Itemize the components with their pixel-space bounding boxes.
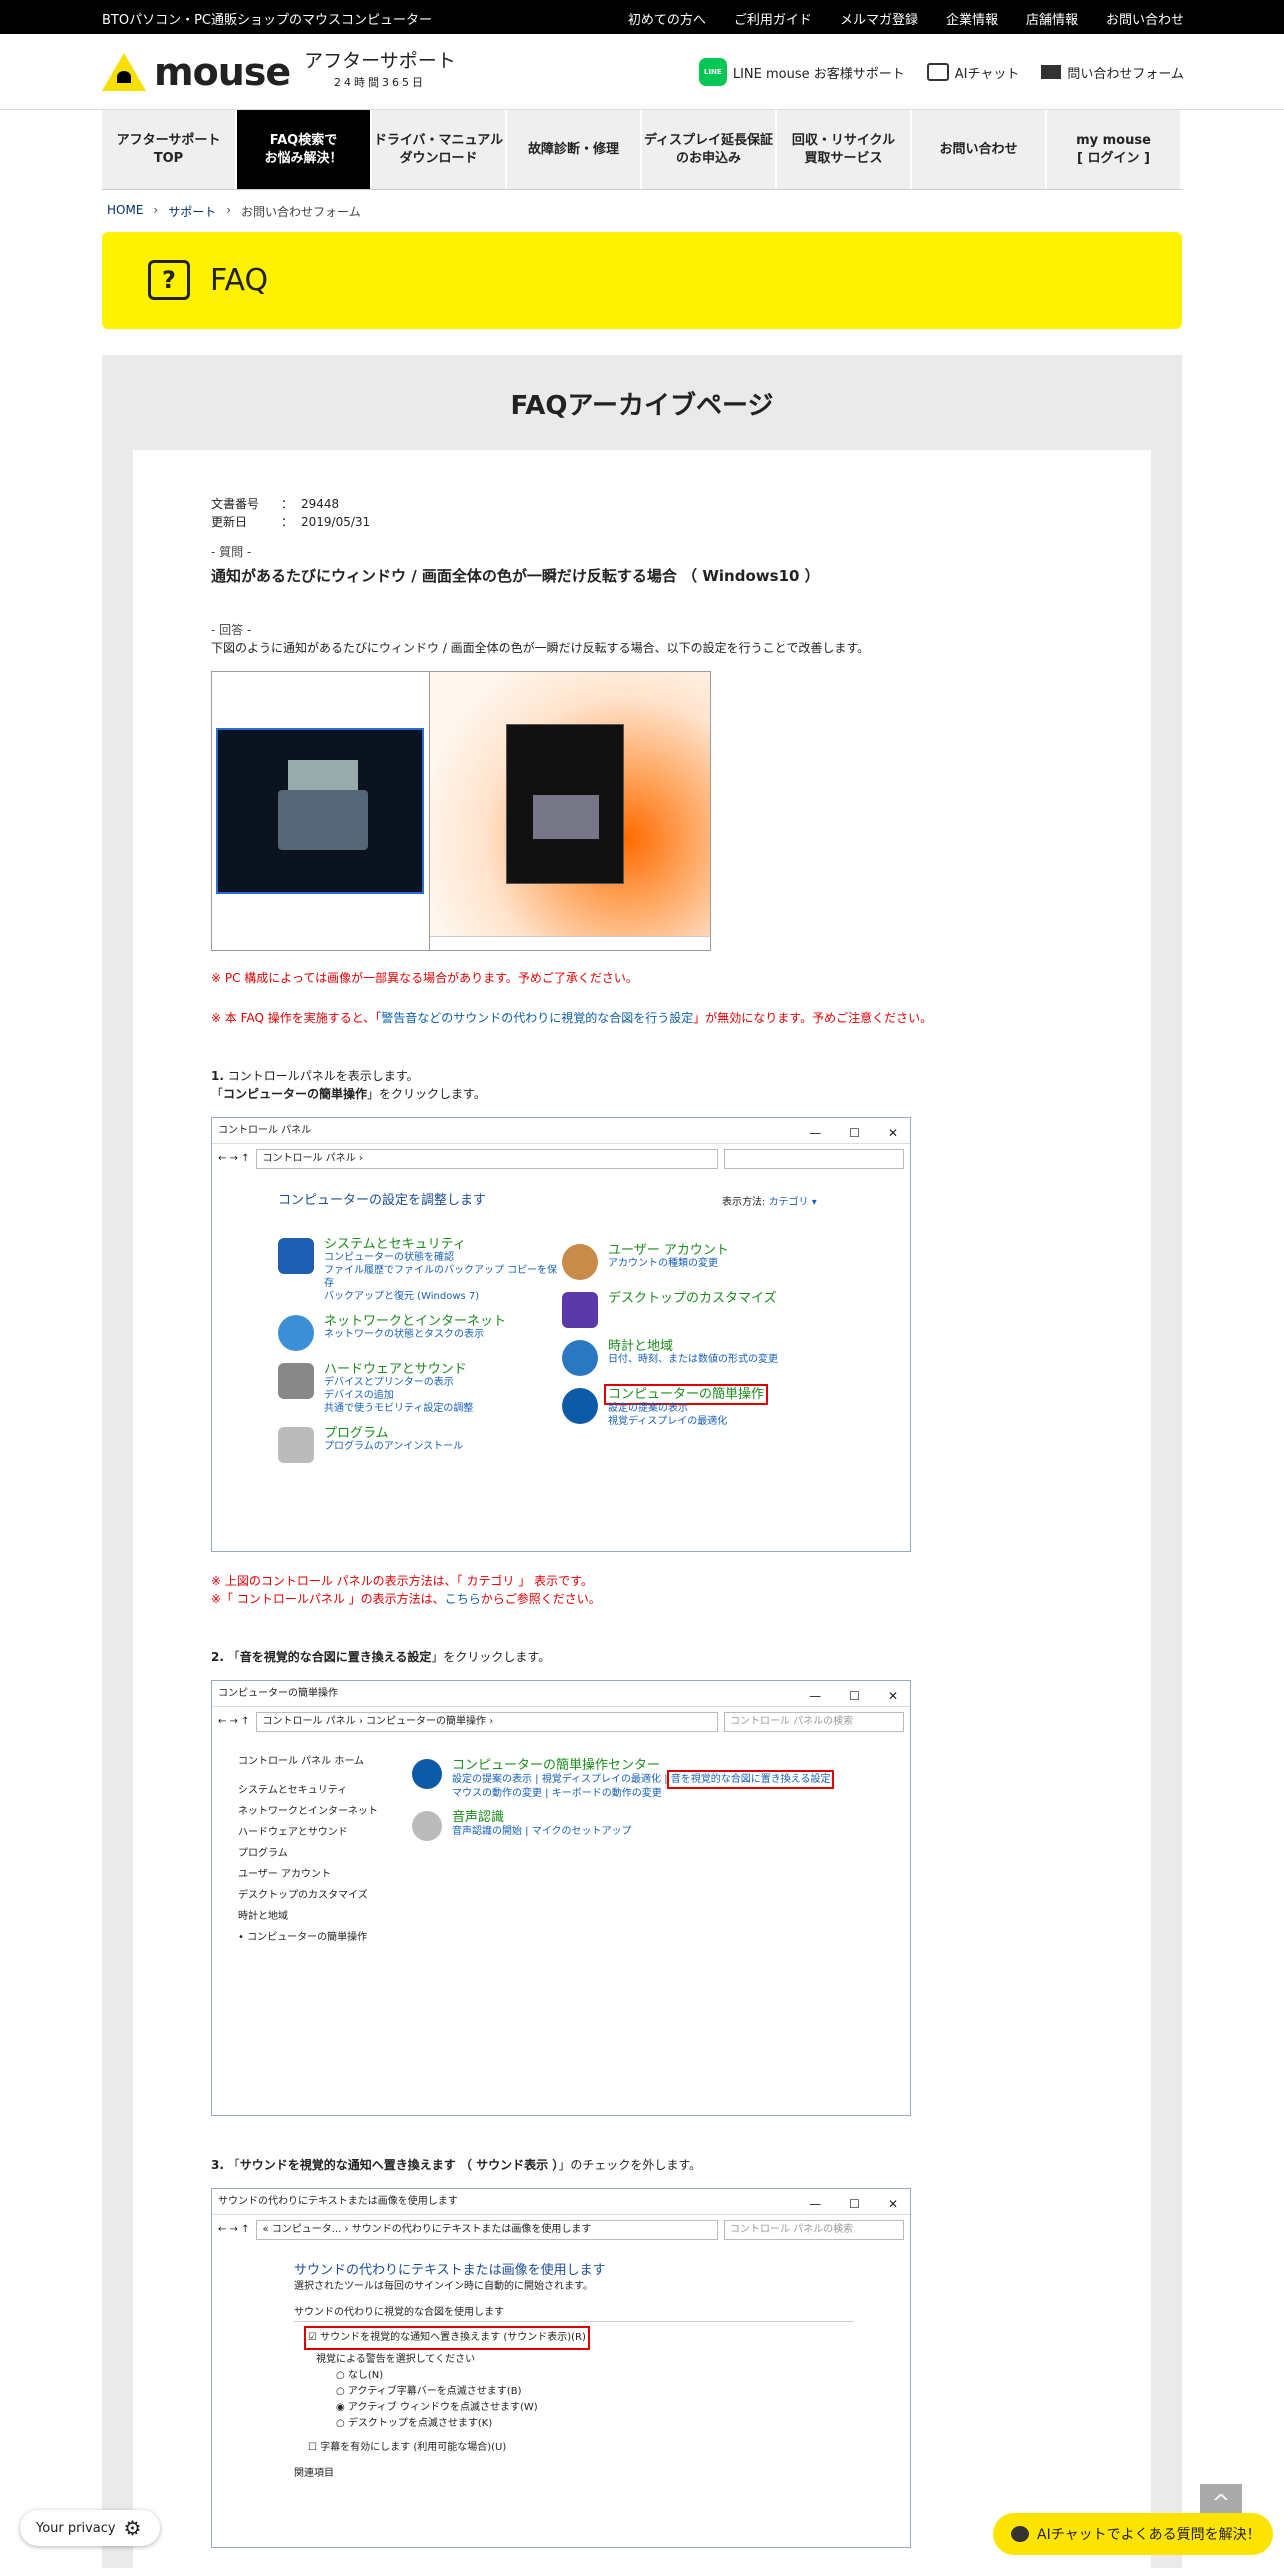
nav-item[interactable]: アフターサポート TOP: [102, 110, 237, 189]
right-categories: ユーザー アカウント アカウントの種類の変更 デスクトップのカスタマイズ 時計と地…: [562, 1244, 882, 1440]
top-link[interactable]: 企業情報: [946, 9, 998, 28]
nav-item[interactable]: my mouse [ ログイン ]: [1047, 110, 1182, 189]
shop-tagline: BTOパソコン・PC通販ショップのマウスコンピューター: [102, 13, 433, 28]
top-links: 初めての方へ ご利用ガイド メルマガ登録 企業情報 店舗情報 お問い合わせ: [628, 9, 1184, 28]
faq-banner: ? FAQ: [102, 232, 1182, 329]
header-links: LINE LINE mouse お客様サポート AIチャット 問い合わせフォーム: [698, 58, 1184, 86]
article-box: 文書番号： 29448 更新日： 2019/05/31 - 質問 - 通知があるたび…: [133, 450, 1151, 2570]
left-categories: システムとセキュリティ コンピューターの状態を確認 ファイル履歴でファイルのバックア…: [278, 1238, 558, 1475]
doc-number: 29448: [301, 497, 340, 511]
step-1-action: 「コンピューターの簡単操作」をクリックします。: [211, 1087, 486, 1101]
article-content: 文書番号： 29448 更新日： 2019/05/31 - 質問 - 通知があるたび…: [211, 495, 1111, 2548]
breadcrumb-current: お問い合わせフォーム: [241, 205, 361, 219]
chat-bubble-icon: [1011, 2526, 1029, 2542]
chat-icon: [926, 63, 949, 81]
nav-item[interactable]: 回収・リサイクル 買取サービス: [777, 110, 912, 189]
privacy-button[interactable]: Your privacy ⚙: [20, 2510, 160, 2546]
doc-meta: 文書番号： 29448 更新日： 2019/05/31: [211, 495, 1111, 531]
site-header: mouse アフターサポート 24時間365日 LINE LINE mouse お客…: [0, 34, 1284, 110]
inverted-screen-image: [211, 671, 711, 951]
breadcrumb-home[interactable]: HOME: [107, 203, 143, 220]
nav-item[interactable]: ディスプレイ延長保証 のお申込み: [642, 110, 777, 189]
top-bar: BTOパソコン・PC通販ショップのマウスコンピューター 初めての方へ ご利用ガイ…: [0, 0, 1284, 34]
here-link[interactable]: こちら: [445, 1592, 481, 1606]
question-title: 通知があるたびにウィンドウ / 画面全体の色が一瞬だけ反転する場合 （ Wind…: [211, 567, 820, 585]
line-support-link[interactable]: LINE LINE mouse お客様サポート: [698, 58, 905, 86]
nav-item-faq[interactable]: FAQ検索で お悩み解決！: [237, 110, 372, 189]
nav-item[interactable]: お問い合わせ: [912, 110, 1047, 189]
logo-subtitle: アフターサポート 24時間365日: [304, 50, 456, 89]
mouse-logo-icon: [102, 53, 146, 91]
question-icon: ?: [148, 260, 190, 300]
step-1: 1. コントロールパネルを表示します。: [211, 1069, 419, 1083]
top-link[interactable]: お問い合わせ: [1106, 9, 1184, 28]
ease-center: コンピューターの簡単操作センター 設定の提案の表示 | 視覚ディスプレイの最適化…: [412, 1759, 835, 1841]
control-panel-screenshot: コントロール パネル — ☐ ✕ ← → ↑ コントロール パネル › コンピューターの…: [211, 1117, 911, 1552]
top-link[interactable]: ご利用ガイド: [734, 9, 812, 28]
nav-item[interactable]: 故障診断・修理: [507, 110, 642, 189]
answer-label: - 回答 -: [211, 623, 252, 637]
nav-item[interactable]: ドライバ・マニュアル ダウンロード: [372, 110, 507, 189]
visual-cue-setting-highlight: 音を視覚的な合図に置き換える設定: [666, 1770, 835, 1789]
ai-chat-link[interactable]: AIチャット: [926, 63, 1019, 82]
answer-text: 下図のように通知があるたびにウィンドウ / 画面全体の色が一瞬だけ反転する場合、…: [211, 641, 870, 655]
sound-replace-screenshot: サウンドの代わりにテキストまたは画像を使用します — ☐ ✕ ← → ↑ « コンピュー…: [211, 2188, 911, 2548]
mouse-logo[interactable]: mouse アフターサポート 24時間365日: [102, 50, 456, 94]
question-label: - 質問 -: [211, 545, 252, 559]
note-warning: ※ 本 FAQ 操作を実施すると、「警告音などのサウンドの代わりに視覚的な合図を…: [211, 1011, 933, 1025]
archive-section: FAQアーカイブページ 文書番号： 29448 更新日： 2019/05/31 - …: [102, 355, 1182, 2570]
side-nav: コントロール パネル ホーム システムとセキュリティ ネットワークとインターネット…: [238, 1756, 378, 1943]
note-category-view: ※ 上図のコントロール パネルの表示方法は、「 カテゴリ 」 表示です。: [211, 1574, 593, 1588]
logo-word: mouse: [154, 50, 291, 94]
main-nav: アフターサポート TOP FAQ検索で お悩み解決！ ドライバ・マニュアル ダウ…: [102, 110, 1182, 190]
top-link[interactable]: 初めての方へ: [628, 9, 706, 28]
top-link[interactable]: メルマガ登録: [840, 9, 918, 28]
window-titlebar: コントロール パネル — ☐ ✕: [212, 1118, 910, 1144]
step-2: 2. 「音を視覚的な合図に置き換える設定」をクリックします。: [211, 1650, 551, 1664]
archive-title: FAQアーカイブページ: [510, 391, 774, 421]
note-cp-link: ※「 コントロールパネル 」の表示方法は、こちらからご参照ください。: [211, 1592, 601, 1606]
breadcrumb-support[interactable]: サポート: [168, 203, 216, 220]
note-image-diff: ※ PC 構成によっては画像が一部異なる場合があります。予めご了承ください。: [211, 971, 638, 985]
contact-form-link[interactable]: 問い合わせフォーム: [1041, 63, 1184, 82]
top-link[interactable]: 店舗情報: [1026, 9, 1078, 28]
gear-icon: ⚙: [123, 2516, 142, 2540]
banner-title: FAQ: [210, 263, 269, 298]
sound-sentry-checkbox[interactable]: ☑ サウンドを視覚的な通知へ置き換えます (サウンド表示)(R): [304, 2326, 590, 2350]
ease-of-access-screenshot: コンピューターの簡単操作 — ☐ ✕ ← → ↑ コントロール パネル › コンピュータ…: [211, 1680, 911, 2116]
doc-date: 2019/05/31: [301, 515, 371, 529]
line-icon: LINE: [698, 58, 727, 86]
mail-icon: [1041, 65, 1062, 79]
ease-of-access-highlight: コンピューターの簡単操作: [603, 1384, 769, 1405]
step-3: 3. 「サウンドを視覚的な通知へ置き換えます （ サウンド表示 ）」のチェックを…: [211, 2158, 702, 2172]
ai-chat-button[interactable]: AIチャットでよくある質問を解決！: [993, 2513, 1273, 2555]
breadcrumb: HOME › サポート › お問い合わせフォーム: [107, 203, 361, 220]
address-bar: ← → ↑ コントロール パネル ›: [218, 1148, 904, 1170]
